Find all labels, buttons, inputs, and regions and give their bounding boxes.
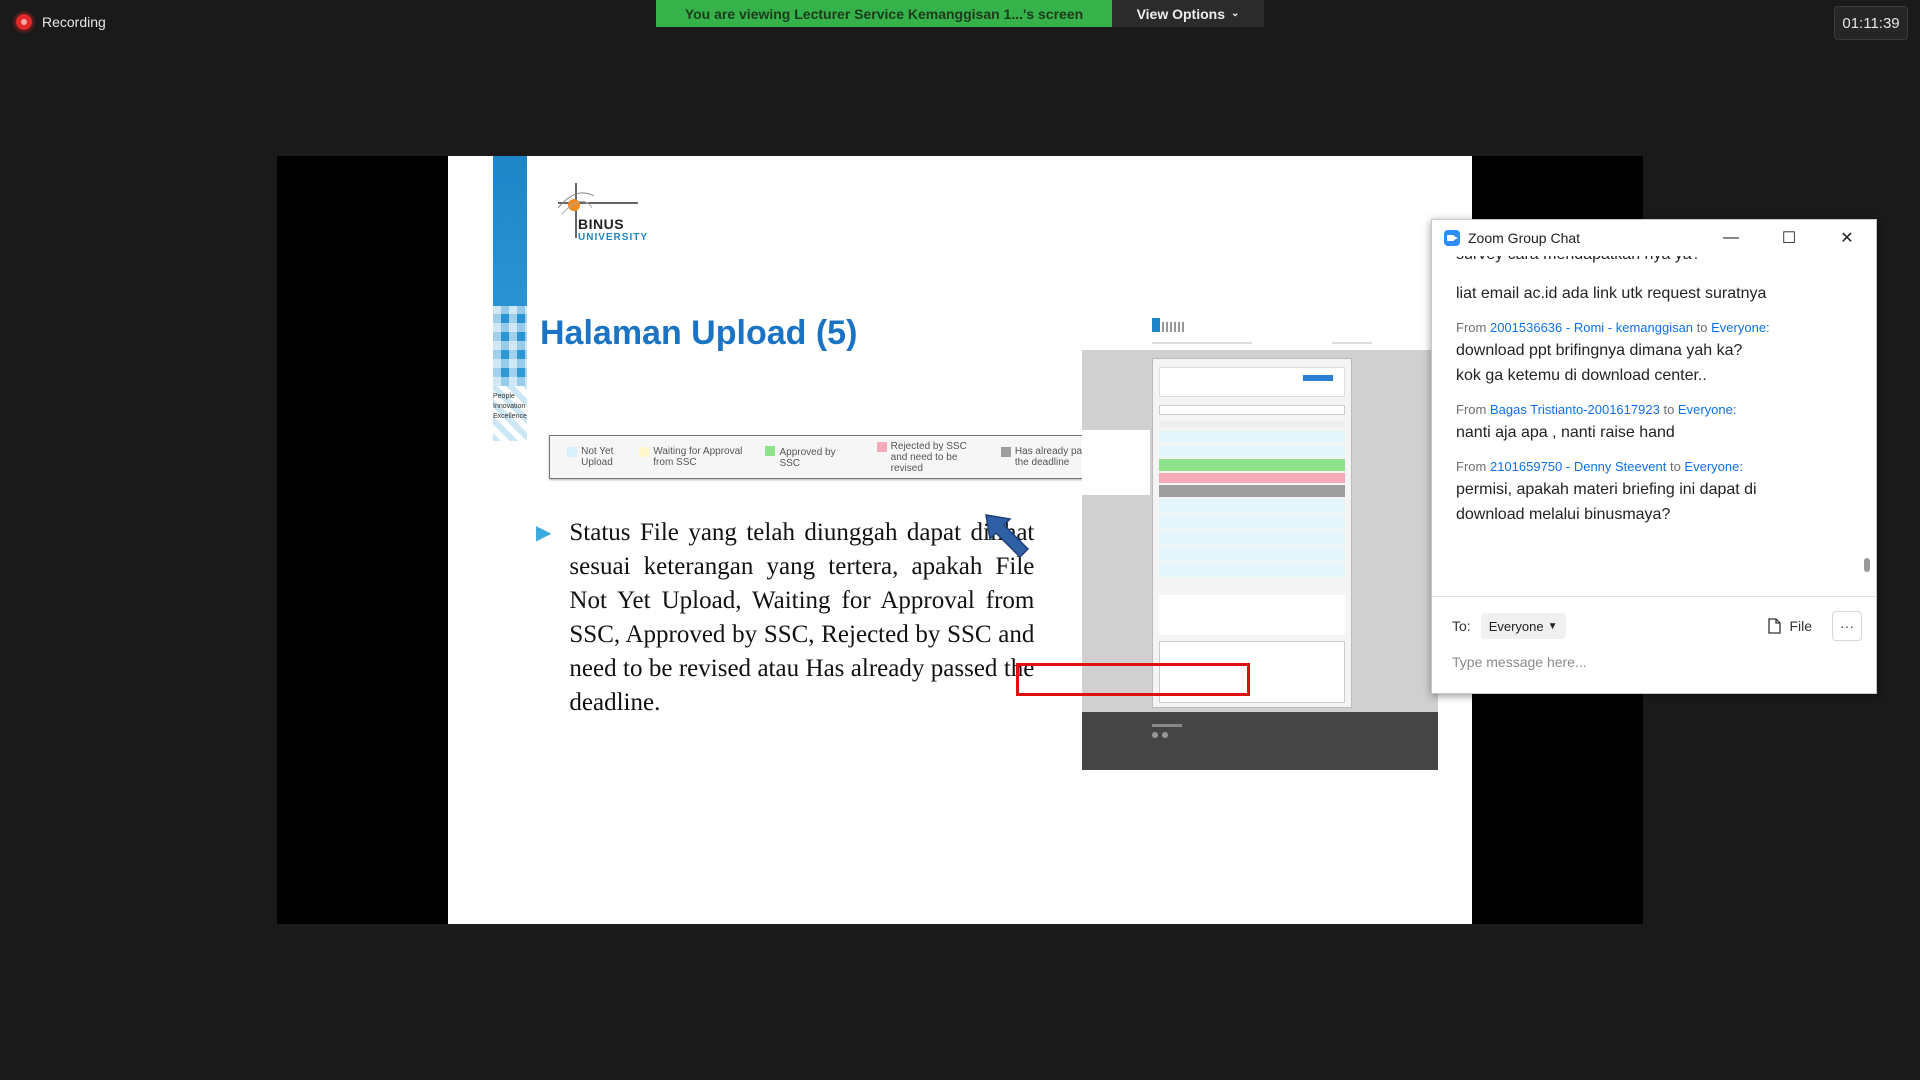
recipient-name[interactable]: Everyone: [1711, 320, 1770, 335]
file-button[interactable]: File [1767, 613, 1812, 639]
chat-message-header: From Bagas Tristianto-2001617923 to Ever… [1456, 402, 1737, 417]
slide-pixel-pattern [493, 306, 527, 386]
recording-label: Recording [42, 14, 106, 30]
minimize-button[interactable]: — [1702, 220, 1760, 256]
screenshot-footer [1082, 712, 1438, 770]
bullet-triangle-icon: ▶ [536, 522, 552, 544]
zoom-meeting-window: Recording You are viewing Lecturer Servi… [0, 0, 1920, 1080]
presentation-slide: BINUS UNIVERSITY People Innovation Excel… [448, 156, 1472, 924]
chat-message-text: survey cara mendapatkan nya ya? [1456, 256, 1848, 267]
chat-title: Zoom Group Chat [1468, 230, 1581, 246]
more-options-button[interactable]: ··· [1832, 611, 1862, 641]
recording-indicator[interactable]: Recording [16, 14, 106, 30]
legend-swatch [1000, 447, 1011, 457]
chat-message-text: download ppt brifingnya dimana yah ka? [1456, 342, 1743, 359]
chat-message-text: liat email ac.id ada link utk request su… [1456, 285, 1767, 302]
embedded-screenshot [1082, 314, 1438, 770]
chat-message-text: nanti aja apa , nanti raise hand [1456, 424, 1675, 441]
zoom-icon [1444, 230, 1460, 246]
sender-name[interactable]: 2001536636 - Romi - kemanggisan [1490, 320, 1693, 335]
sender-name[interactable]: 2101659750 - Denny Steevent [1490, 459, 1666, 474]
recipient-name[interactable]: Everyone: [1684, 459, 1743, 474]
screenshot-body [1082, 350, 1438, 712]
screenshot-panel [1152, 358, 1352, 708]
recipient-select[interactable]: Everyone ▼ [1480, 613, 1566, 639]
status-legend: Not Yet Upload Waiting for Approval from… [549, 435, 1131, 479]
pointer-arrow-icon [985, 514, 1030, 559]
legend-swatch [876, 441, 887, 452]
chat-message-header: From 2001536636 - Romi - kemanggisan to … [1456, 320, 1770, 335]
view-options-label: View Options [1136, 5, 1226, 22]
slide-title: Halaman Upload (5) [540, 314, 858, 352]
file-icon [1768, 618, 1782, 634]
chat-message-text: kok ga ketemu di download center.. [1456, 367, 1707, 384]
bullet-text: Status File yang telah diunggah dapat di… [569, 519, 1035, 716]
meeting-timer: 01:11:39 [1834, 6, 1908, 40]
highlight-box [1016, 663, 1250, 696]
logo-subtitle: UNIVERSITY [578, 232, 649, 243]
sender-name[interactable]: Bagas Tristianto-2001617923 [1490, 402, 1660, 417]
chat-scrollbar[interactable] [1864, 558, 1870, 572]
to-label: To: [1452, 618, 1471, 634]
window-controls: — ☐ ✕ [1702, 220, 1876, 256]
zoom-group-chat-window: Zoom Group Chat — ☐ ✕ survey cara mendap… [1431, 219, 1877, 694]
maximize-button[interactable]: ☐ [1760, 220, 1818, 256]
recipient-value: Everyone [1488, 618, 1544, 634]
viewing-screen-text: You are viewing Lecturer Service Kemangg… [656, 0, 1112, 27]
recipient-row: To: Everyone ▼ File ··· [1452, 611, 1862, 641]
chat-message-text: download melalui binusmaya? [1456, 506, 1671, 523]
tagline-line: Excellence [493, 413, 527, 420]
tagline-line: People [493, 393, 515, 400]
legend-item: Not Yet Upload [567, 446, 617, 468]
view-options-button[interactable]: View Options ⌄ [1112, 0, 1264, 27]
chat-divider [1432, 596, 1876, 597]
logo-name: BINUS [578, 216, 625, 232]
chat-message-list[interactable]: survey cara mendapatkan nya ya? liat ema… [1432, 256, 1872, 596]
slide-bullet: ▶ Status File yang telah diunggah dapat … [536, 516, 1036, 720]
legend-swatch [639, 447, 650, 457]
close-button[interactable]: ✕ [1818, 220, 1876, 256]
slide-tagline: People Innovation Excellence [493, 392, 553, 422]
file-label: File [1789, 618, 1812, 634]
screenshot-header [1082, 314, 1438, 350]
legend-item: Approved by SSC [765, 445, 854, 469]
tagline-line: Innovation [493, 403, 526, 410]
legend-swatch [567, 447, 578, 457]
recipient-name[interactable]: Everyone: [1678, 402, 1737, 417]
chevron-down-icon: ▼ [1547, 620, 1558, 632]
chat-message-header: From 2101659750 - Denny Steevent to Ever… [1456, 459, 1743, 474]
slide-whitespace [1082, 430, 1150, 495]
legend-item: Waiting for Approval from SSC [639, 446, 743, 468]
legend-item: Rejected by SSC and need to be revised [876, 441, 979, 474]
chevron-down-icon: ⌄ [1231, 8, 1240, 19]
chat-message-text: permisi, apakah materi briefing ini dapa… [1456, 481, 1757, 498]
record-icon [16, 14, 32, 30]
screen-share-banner: You are viewing Lecturer Service Kemangg… [656, 0, 1264, 27]
chat-message-input[interactable] [1452, 650, 1852, 674]
legend-swatch [765, 446, 776, 456]
